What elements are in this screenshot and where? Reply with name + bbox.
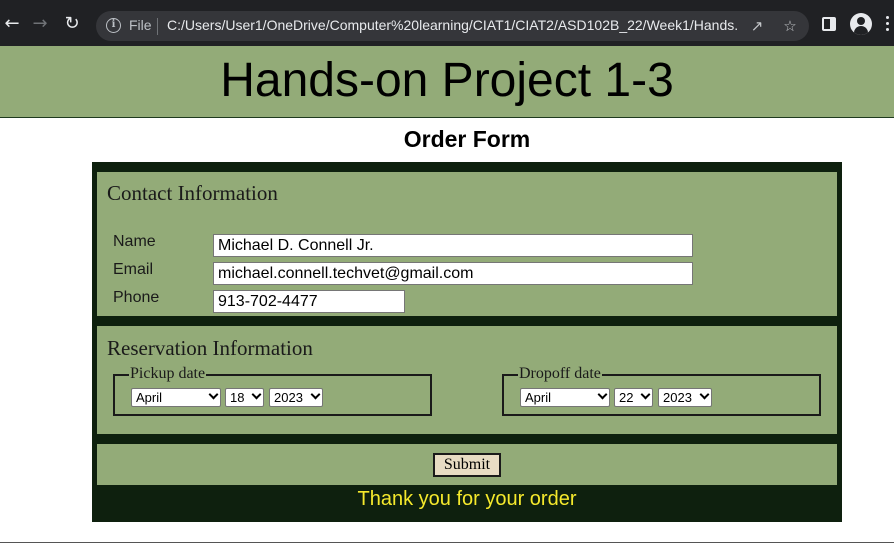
reservation-fieldset: Reservation Information Pickup date Apri… [97,326,837,434]
dropoff-date-fieldset: Dropoff date April 22 2023 [502,366,821,416]
url-text[interactable]: C:/Users/User1/OneDrive/Computer%20learn… [167,17,737,33]
thank-you-message: Thank you for your order [357,488,577,510]
email-label: Email [113,261,154,278]
reload-icon[interactable]: ↻ [62,14,82,34]
bookmark-star-icon[interactable]: ☆ [780,16,800,36]
name-label: Name [113,233,156,250]
contact-legend: Contact Information [107,181,278,205]
address-bar[interactable]: i File C:/Users/User1/OneDrive/Computer%… [96,11,809,41]
side-panel-icon[interactable] [822,17,836,31]
file-label: File [129,17,152,33]
submit-fieldset: Submit [97,444,837,485]
dropoff-date-legend: Dropoff date [518,365,602,382]
phone-field[interactable]: 913-702-4477 [213,290,405,313]
tab-strip [0,0,894,7]
menu-kebab-icon[interactable] [880,15,894,33]
bottom-divider [0,542,894,543]
name-field[interactable]: Michael D. Connell Jr. [213,234,693,257]
share-icon[interactable]: ↗ [747,16,767,36]
contact-fieldset: Contact Information Name Michael D. Conn… [97,172,837,316]
chevron-down-icon [699,389,710,400]
pickup-month-value: April [136,390,163,405]
chevron-down-icon [597,389,608,400]
info-icon[interactable]: i [106,18,121,33]
pickup-day-value: 18 [230,390,245,405]
chevron-down-icon [208,389,219,400]
page-title: Hands-on Project 1-3 [220,54,674,107]
omnibox-separator [157,18,158,35]
chevron-down-icon [640,389,651,400]
submit-button[interactable]: Submit [433,453,501,477]
dropoff-day-select[interactable]: 22 [614,388,653,407]
order-form: Contact Information Name Michael D. Conn… [92,162,842,522]
forward-arrow-icon[interactable]: → [30,14,50,34]
chevron-down-icon [251,389,262,400]
pickup-year-select[interactable]: 2023 [269,388,323,407]
dropoff-year-value: 2023 [663,390,692,405]
form-title: Order Form [403,126,531,152]
phone-label: Phone [113,289,160,306]
dropoff-year-select[interactable]: 2023 [658,388,712,407]
profile-avatar-icon[interactable] [850,13,872,35]
chevron-down-icon [310,389,321,400]
reservation-legend: Reservation Information [107,336,313,360]
pickup-day-select[interactable]: 18 [225,388,264,407]
page-header: Hands-on Project 1-3 [0,46,894,118]
email-field[interactable]: michael.connell.techvet@gmail.com [213,262,693,285]
dropoff-month-select[interactable]: April [520,388,610,407]
pickup-date-legend: Pickup date [129,365,207,382]
pickup-year-value: 2023 [274,390,303,405]
pickup-month-select[interactable]: April [131,388,221,407]
dropoff-month-value: April [525,390,552,405]
dropoff-day-value: 22 [619,390,634,405]
back-arrow-icon[interactable]: ← [2,14,22,34]
pickup-date-fieldset: Pickup date April 18 2023 [113,366,432,416]
browser-toolbar: ← → ↻ i File C:/Users/User1/OneDrive/Com… [0,0,894,46]
